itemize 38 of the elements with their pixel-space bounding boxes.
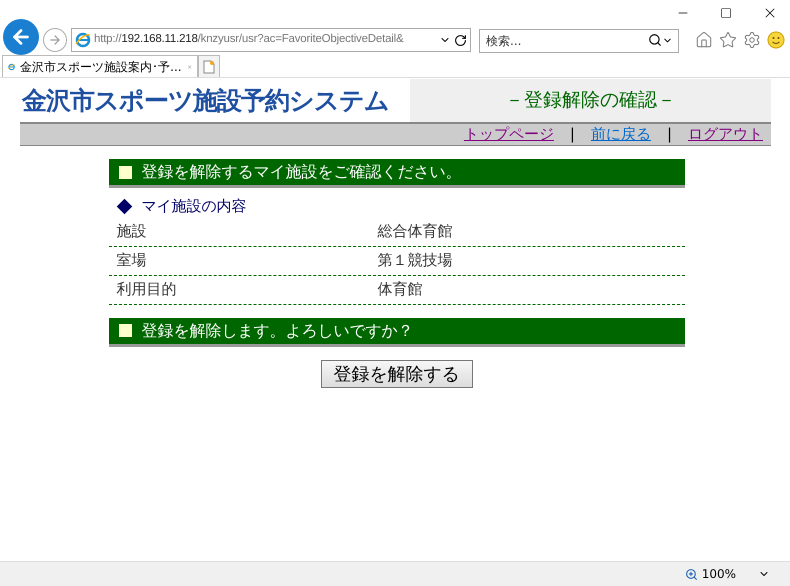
search-field[interactable]: 検索... (479, 29, 679, 53)
address-field[interactable]: http://192.168.11.218/knzyusr/usr?ac=FavoriteObjectiveDetail& (71, 28, 471, 52)
nav-separator: | (666, 124, 672, 146)
forward-arrow-icon (48, 33, 62, 47)
zoom-level[interactable]: 100% (702, 565, 736, 583)
row-label: 施設 (116, 221, 148, 242)
browser-tab[interactable]: 金沢市スポーツ施設案内･予... (2, 55, 198, 77)
new-page-icon (203, 60, 215, 74)
unregister-button[interactable]: 登録を解除する (320, 360, 472, 388)
page-title: －登録解除の確認－ (410, 79, 771, 122)
forward-button[interactable] (43, 28, 67, 52)
site-logo: 金沢市スポーツ施設予約システム (20, 84, 390, 117)
row-label: 室場 (116, 250, 148, 272)
nav-link[interactable]: トップページ (464, 123, 554, 146)
nav-link[interactable]: ログアウト (688, 123, 763, 146)
section-header-text: 登録を解除します。よろしいですか？ (142, 320, 414, 342)
home-icon[interactable] (695, 31, 713, 49)
section-header-text: 登録を解除するマイ施設をご確認ください。 (142, 161, 462, 183)
favorites-icon[interactable] (719, 31, 737, 49)
row-value: 体育館 (378, 279, 422, 300)
url-text: http://192.168.11.218/knzyusr/usr?ac=FavoriteObjectiveDetail& (94, 32, 404, 48)
subheading: マイ施設の内容 (142, 196, 246, 217)
settings-icon[interactable] (743, 31, 761, 49)
square-icon (118, 166, 132, 178)
square-icon (118, 324, 132, 337)
back-button[interactable] (3, 19, 39, 55)
search-icon[interactable] (648, 33, 662, 47)
smiley-icon[interactable] (767, 31, 785, 49)
row-value: 総合体育館 (378, 221, 452, 242)
refresh-icon[interactable] (454, 34, 467, 46)
maximize-icon[interactable] (720, 6, 732, 18)
nav-separator: | (570, 124, 575, 146)
new-tab-button[interactable] (198, 55, 220, 77)
zoom-icon[interactable] (684, 568, 698, 580)
browser-logo-icon (75, 32, 91, 48)
row-label: 利用目的 (116, 279, 178, 300)
tab-title: 金沢市スポーツ施設案内･予... (20, 58, 182, 76)
row-value: 第１競技場 (378, 250, 452, 272)
